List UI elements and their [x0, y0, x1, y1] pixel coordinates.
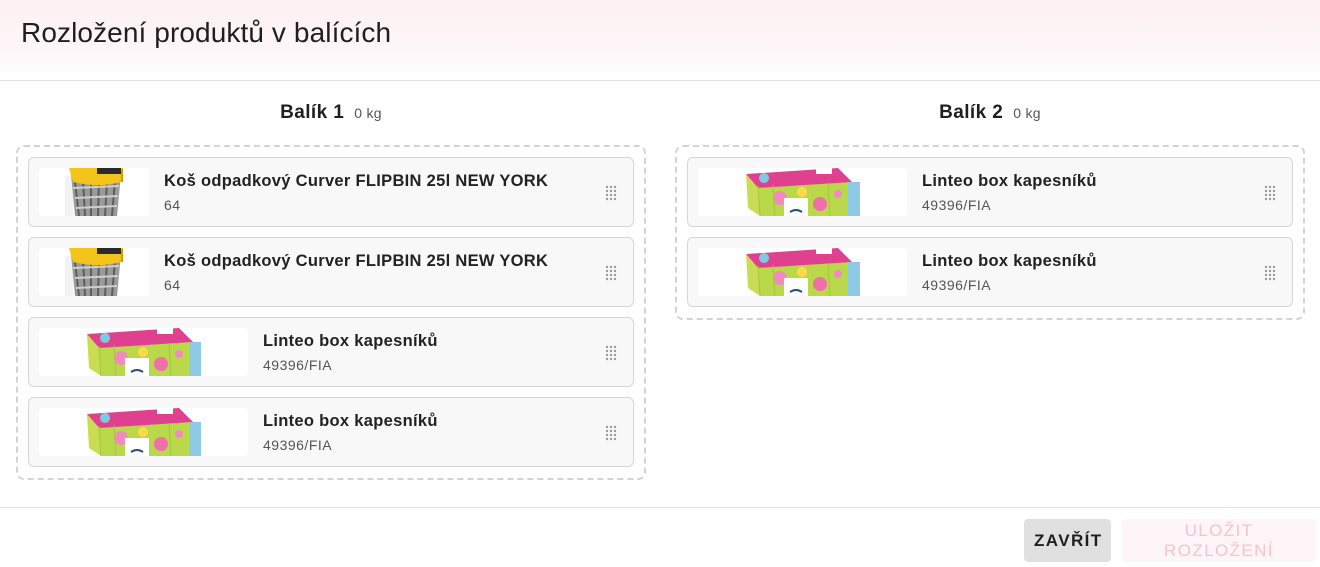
drag-handle-icon[interactable] — [605, 185, 617, 201]
product-code: 64 — [164, 196, 181, 213]
product-name: Koš odpadkový Curver FLIPBIN 25l NEW YOR… — [164, 251, 549, 270]
product-name: Linteo box kapesníků — [922, 171, 1097, 190]
package-weight: 0 kg — [1013, 105, 1041, 121]
package-column-1: Balík 1 0 kg Koš odpadkový Curver FLIPBI… — [16, 81, 646, 480]
product-code: 49396/FIA — [263, 436, 333, 453]
product-item[interactable]: Linteo box kapesníků 49396/FIA — [687, 157, 1293, 227]
drag-handle-icon[interactable] — [605, 265, 617, 281]
tissue-box-image — [698, 248, 907, 296]
trash-bin-image — [39, 168, 149, 216]
product-item[interactable]: Linteo box kapesníků 49396/FIA — [28, 397, 634, 467]
package-name: Balík 1 — [280, 102, 345, 123]
package-dropzone-1[interactable]: Koš odpadkový Curver FLIPBIN 25l NEW YOR… — [16, 145, 646, 480]
product-code: 49396/FIA — [922, 276, 992, 293]
tissue-box-image — [39, 328, 248, 376]
dialog-header: Rozložení produktů v balících — [0, 0, 1320, 81]
dialog-title: Rozložení produktů v balících — [21, 17, 392, 48]
package-header: Balík 2 0 kg — [675, 81, 1305, 145]
drag-handle-icon[interactable] — [605, 425, 617, 441]
product-name: Linteo box kapesníků — [263, 411, 438, 430]
package-name: Balík 2 — [939, 102, 1004, 123]
trash-bin-image — [39, 248, 149, 296]
product-code: 49396/FIA — [922, 196, 992, 213]
drag-handle-icon[interactable] — [605, 345, 617, 361]
dialog-footer: Zavřít Uložit rozložení — [0, 507, 1320, 567]
product-item[interactable]: Linteo box kapesníků 49396/FIA — [687, 237, 1293, 307]
close-button[interactable]: Zavřít — [1024, 519, 1111, 562]
product-code: 64 — [164, 276, 181, 293]
product-item[interactable]: Linteo box kapesníků 49396/FIA — [28, 317, 634, 387]
product-name: Koš odpadkový Curver FLIPBIN 25l NEW YOR… — [164, 171, 549, 190]
tissue-box-image — [39, 408, 248, 456]
product-name: Linteo box kapesníků — [263, 331, 438, 350]
package-weight: 0 kg — [354, 105, 382, 121]
product-code: 49396/FIA — [263, 356, 333, 373]
packages-area: Balík 1 0 kg Koš odpadkový Curver FLIPBI… — [0, 81, 1320, 507]
product-item[interactable]: Koš odpadkový Curver FLIPBIN 25l NEW YOR… — [28, 157, 634, 227]
drag-handle-icon[interactable] — [1264, 185, 1276, 201]
product-item[interactable]: Koš odpadkový Curver FLIPBIN 25l NEW YOR… — [28, 237, 634, 307]
package-dropzone-2[interactable]: Linteo box kapesníků 49396/FIA Linteo bo… — [675, 145, 1305, 320]
tissue-box-image — [698, 168, 907, 216]
product-name: Linteo box kapesníků — [922, 251, 1097, 270]
drag-handle-icon[interactable] — [1264, 265, 1276, 281]
package-header: Balík 1 0 kg — [16, 81, 646, 145]
package-column-2: Balík 2 0 kg Linteo box kapesníků 49396/… — [675, 81, 1305, 320]
save-layout-button[interactable]: Uložit rozložení — [1122, 519, 1316, 562]
